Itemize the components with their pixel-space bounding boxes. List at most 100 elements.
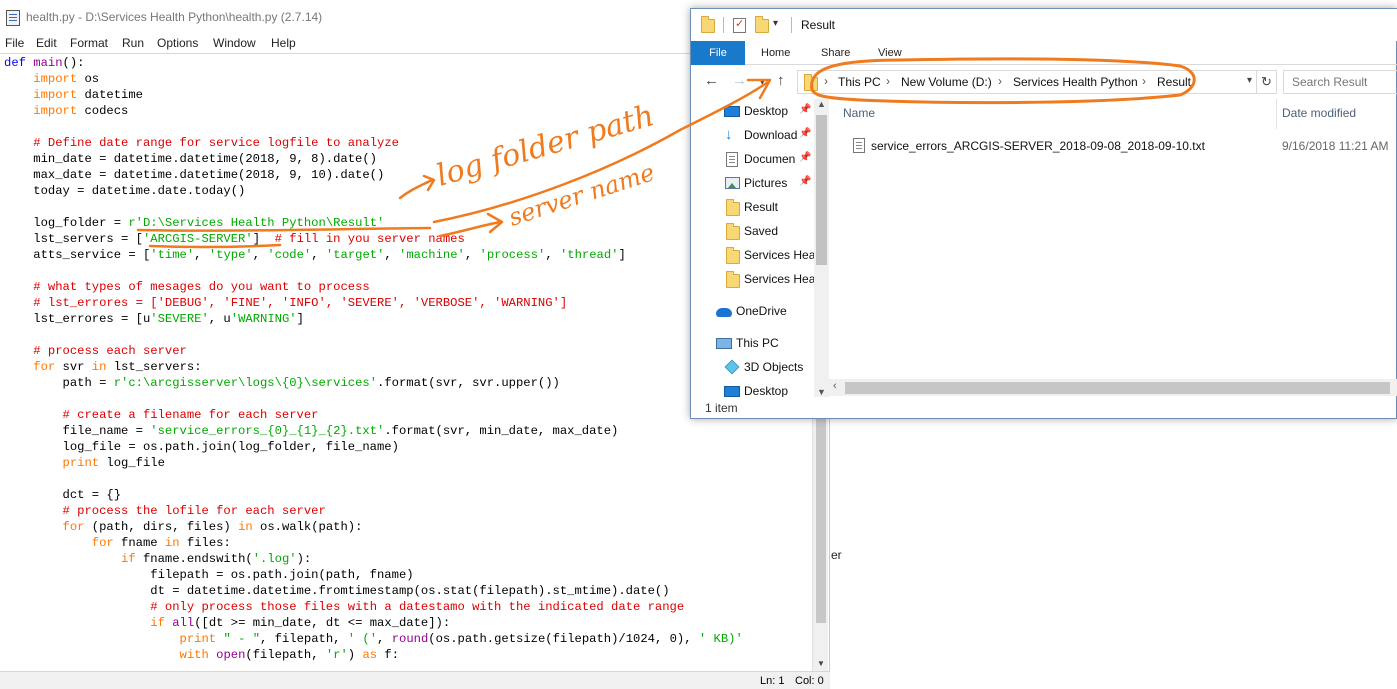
sidebar-item-downloads[interactable]: ↓ Download 📌: [691, 125, 829, 147]
code-token: print: [179, 632, 217, 646]
file-list-horizontal-scrollbar[interactable]: ‹: [829, 379, 1397, 396]
hscroll-thumb[interactable]: [845, 382, 1390, 394]
breadcrumb-new-volume[interactable]: New Volume (D:): [901, 75, 992, 89]
code-token: .format(svr, svr.upper()): [377, 376, 560, 390]
sidebar-item-result[interactable]: Result: [691, 197, 829, 219]
column-header-name[interactable]: Name: [843, 106, 875, 120]
code-token: files:: [179, 536, 231, 550]
code-line[interactable]: with open(filepath, 'r') as f:: [4, 647, 812, 663]
breadcrumb-chevron-icon[interactable]: ›: [1142, 74, 1146, 88]
code-line[interactable]: file_name = 'service_errors_{0}_{1}_{2}.…: [4, 423, 812, 439]
code-line[interactable]: if all([dt >= min_date, dt <= max_date])…: [4, 615, 812, 631]
code-token: lst_servers = [: [4, 232, 143, 246]
code-line[interactable]: log_file = os.path.join(log_folder, file…: [4, 439, 812, 455]
code-line[interactable]: for fname in files:: [4, 535, 812, 551]
tab-home[interactable]: Home: [761, 47, 790, 59]
breadcrumb-result[interactable]: Result: [1157, 75, 1191, 89]
code-token: 'ARCGIS-SERVER': [142, 232, 253, 246]
navigation-pane-scrollbar[interactable]: ▲ ▼: [814, 99, 829, 397]
sidebar-item-3d-objects[interactable]: 3D Objects: [691, 357, 829, 379]
onedrive-icon: [716, 308, 732, 317]
address-bar[interactable]: › This PC › New Volume (D:) › Services H…: [797, 70, 1257, 94]
tab-file[interactable]: File: [691, 41, 745, 65]
file-list: Name Date modified service_errors_ARCGIS…: [829, 99, 1397, 397]
up-arrow-icon[interactable]: ↑: [777, 72, 785, 89]
code-line[interactable]: if fname.endswith('.log'):: [4, 551, 812, 567]
file-row[interactable]: service_errors_ARCGIS-SERVER_2018-09-08_…: [829, 135, 1397, 157]
tab-view[interactable]: View: [878, 47, 902, 59]
customize-toolbar-chevron-icon[interactable]: ▾: [773, 18, 778, 29]
code-token: codecs: [77, 104, 129, 118]
code-token: filepath = os.path.join(path, fname): [4, 568, 414, 582]
scroll-down-icon[interactable]: ▼: [817, 659, 825, 668]
code-token: for: [33, 360, 56, 374]
breadcrumb-chevron-icon[interactable]: ›: [998, 74, 1002, 88]
scroll-up-icon[interactable]: ▲: [817, 99, 826, 109]
code-line[interactable]: dt = datetime.datetime.fromtimestamp(os.…: [4, 583, 812, 599]
sidebar-item-services-health-1[interactable]: Services Heal: [691, 245, 829, 267]
sidebar-item-pictures[interactable]: Pictures 📌: [691, 173, 829, 195]
breadcrumb-services-health-python[interactable]: Services Health Python: [1013, 75, 1138, 89]
code-token: 'code': [267, 248, 312, 262]
code-token: , filepath,: [260, 632, 348, 646]
properties-icon[interactable]: [733, 17, 746, 33]
sidebar-item-saved[interactable]: Saved: [691, 221, 829, 243]
document-icon: [726, 152, 738, 167]
menu-file[interactable]: File: [5, 36, 24, 50]
menu-run[interactable]: Run: [122, 36, 144, 50]
menu-window[interactable]: Window: [213, 36, 256, 50]
sidebar-item-onedrive[interactable]: OneDrive: [691, 301, 829, 323]
code-token: 'machine': [399, 248, 465, 262]
code-token: # process the lofile for each server: [62, 504, 326, 518]
scroll-left-icon[interactable]: ‹: [833, 380, 837, 392]
recent-locations-chevron-icon[interactable]: ▾: [760, 77, 765, 88]
code-line[interactable]: print " - ", filepath, ' (', round(os.pa…: [4, 631, 812, 647]
refresh-icon[interactable]: ↻: [1257, 70, 1277, 94]
folder-icon: [726, 271, 740, 288]
code-token: max_date = datetime.datetime(2018, 9, 10…: [4, 168, 385, 182]
sidebar-item-services-health-2[interactable]: Services Heal: [691, 269, 829, 291]
sidebar-item-desktop-2[interactable]: Desktop: [691, 381, 829, 397]
breadcrumb-chevron-icon[interactable]: ›: [824, 74, 828, 88]
code-token: # process each server: [33, 344, 187, 358]
scroll-down-icon[interactable]: ▼: [817, 387, 826, 397]
code-line[interactable]: filepath = os.path.join(path, fname): [4, 567, 812, 583]
code-line[interactable]: for (path, dirs, files) in os.walk(path)…: [4, 519, 812, 535]
breadcrumb-chevron-icon[interactable]: ›: [886, 74, 890, 88]
code-line[interactable]: # only process those files with a datest…: [4, 599, 812, 615]
search-input[interactable]: Search Result: [1283, 70, 1397, 94]
code-token: log_file: [99, 456, 165, 470]
forward-arrow-icon[interactable]: →: [732, 72, 747, 89]
menu-format[interactable]: Format: [70, 36, 108, 50]
address-dropdown-icon[interactable]: ▾: [1247, 75, 1252, 86]
code-token: ,: [252, 248, 268, 262]
code-line[interactable]: dct = {}: [4, 487, 812, 503]
new-folder-icon[interactable]: [755, 16, 769, 33]
code-line[interactable]: [4, 471, 812, 487]
tab-share[interactable]: Share: [821, 47, 850, 59]
sidebar-item-this-pc[interactable]: This PC: [691, 333, 829, 355]
menu-help[interactable]: Help: [271, 36, 296, 50]
menu-options[interactable]: Options: [157, 36, 198, 50]
code-line[interactable]: print log_file: [4, 455, 812, 471]
menu-edit[interactable]: Edit: [36, 36, 57, 50]
file-name[interactable]: service_errors_ARCGIS-SERVER_2018-09-08_…: [871, 139, 1205, 153]
code-line[interactable]: # process the lofile for each server: [4, 503, 812, 519]
python-file-icon: [6, 10, 20, 26]
sidebar-item-documents[interactable]: Documen 📌: [691, 149, 829, 171]
code-token: # what types of mesages do you want to p…: [33, 280, 370, 294]
code-token: ]: [296, 312, 304, 326]
code-token: in: [164, 536, 180, 550]
sidebar-item-desktop[interactable]: Desktop 📌: [691, 101, 829, 123]
breadcrumb-this-pc[interactable]: This PC: [838, 75, 881, 89]
back-arrow-icon[interactable]: ←: [704, 72, 719, 89]
code-token: ):: [296, 552, 312, 566]
code-token: # fill in you server names: [274, 232, 465, 246]
column-header-date-modified[interactable]: Date modified: [1282, 106, 1356, 120]
nav-scroll-thumb[interactable]: [816, 115, 827, 265]
